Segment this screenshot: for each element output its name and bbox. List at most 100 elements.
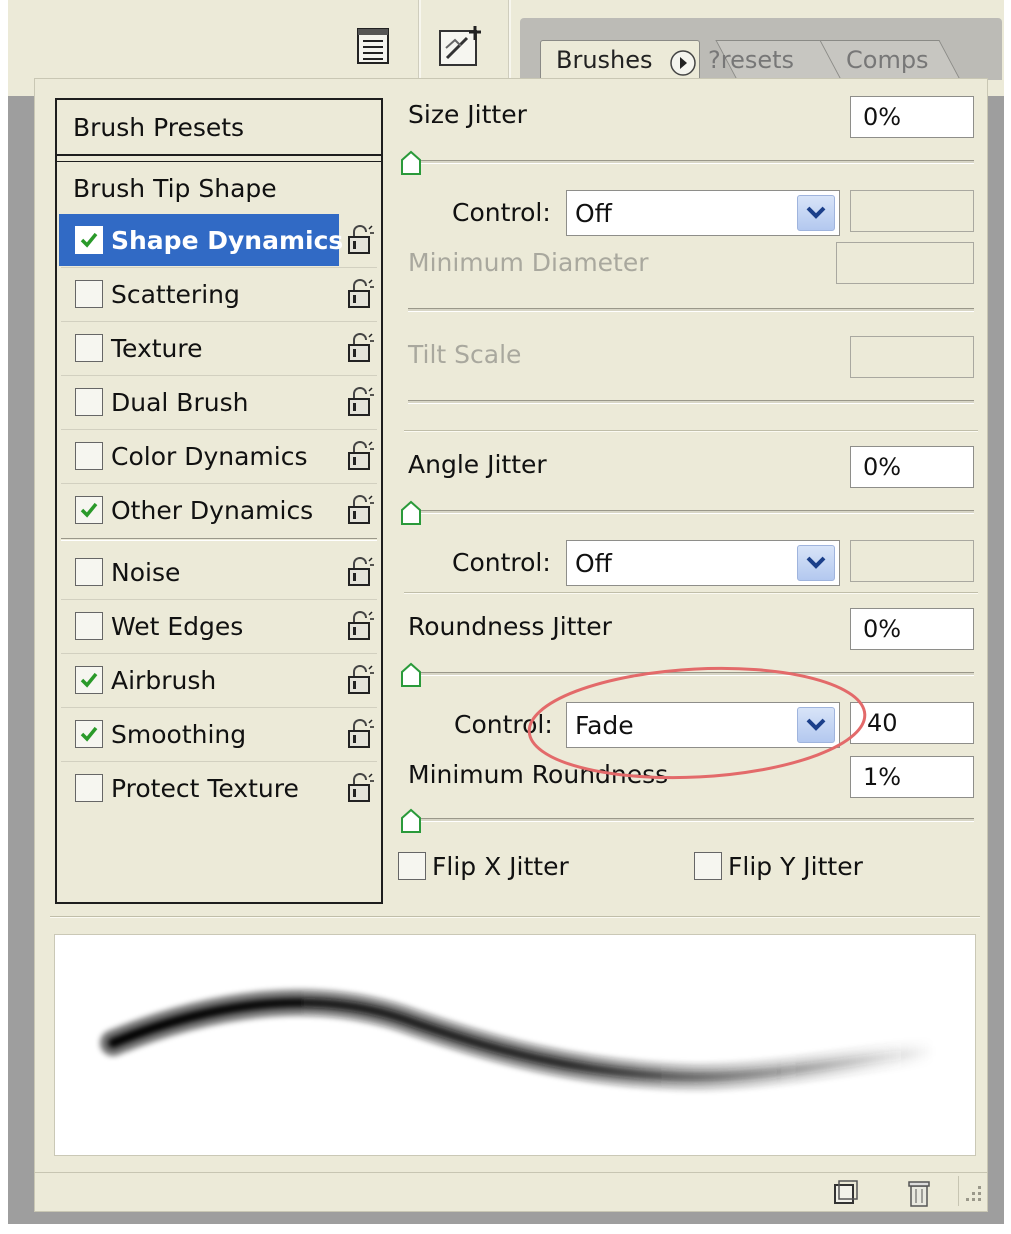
brush-stroke-preview [54,934,976,1156]
tab-brushes-label[interactable]: Brushes [556,46,653,74]
chevron-down-icon[interactable] [797,545,835,581]
protect-texture-checkbox[interactable] [75,774,103,802]
chevron-down-icon[interactable] [797,195,835,231]
wet-edges-checkbox[interactable] [75,612,103,640]
resize-grip-icon[interactable] [958,1176,986,1206]
minimum-diameter-label: Minimum Diameter [408,248,649,277]
smoothing-checkbox[interactable] [75,720,103,748]
dual-brush-checkbox[interactable] [75,388,103,416]
lock-icon[interactable] [343,716,377,752]
other-dynamics-checkbox[interactable] [75,496,103,524]
color-dynamics-checkbox[interactable] [75,442,103,470]
list-item-smoothing[interactable]: Smoothing [59,708,379,760]
scattering-checkbox[interactable] [75,280,103,308]
color-dynamics-label: Color Dynamics [111,441,308,471]
workspace-bottom-edge [8,1212,1004,1224]
angle-control-label: Control: [452,548,551,577]
angle-jitter-slider-track[interactable] [408,510,974,514]
list-item-wet-edges[interactable]: Wet Edges [59,600,379,652]
size-jitter-slider-thumb[interactable] [400,150,422,176]
minimum-roundness-slider-track[interactable] [408,818,974,822]
lock-icon[interactable] [343,554,377,590]
list-item-protect-texture[interactable]: Protect Texture [59,762,379,814]
minimum-roundness-slider-thumb[interactable] [400,808,422,834]
angle-jitter-input[interactable]: 0% [850,446,974,488]
smoothing-label: Smoothing [111,719,247,749]
lock-icon[interactable] [343,608,377,644]
tilt-scale-slider-track [408,400,974,404]
preview-divider [50,916,980,918]
size-control-select[interactable]: Off [566,190,840,236]
toolbar-separator [508,0,511,80]
airbrush-checkbox[interactable] [75,666,103,694]
minimum-diameter-slider-track [408,308,974,312]
list-item-airbrush[interactable]: Airbrush [59,654,379,706]
tilt-scale-label: Tilt Scale [408,340,522,369]
new-brush-icon[interactable] [828,1176,862,1210]
tab-menu-arrow-icon[interactable] [668,48,698,78]
size-control-value: Off [575,198,612,228]
lock-icon[interactable] [343,662,377,698]
tab-presets[interactable]: ?resets [708,46,794,74]
list-item-color-dynamics[interactable]: Color Dynamics [59,430,379,482]
section-divider [404,430,978,432]
brush-tip-shape-item[interactable]: Brush Tip Shape [59,162,379,214]
group-divider [61,538,377,541]
brush-preset-icon[interactable] [436,20,488,72]
angle-control-select[interactable]: Off [566,540,840,586]
flip-y-jitter-checkbox[interactable] [694,852,722,880]
list-item-noise[interactable]: Noise [59,546,379,598]
lock-icon[interactable] [343,384,377,420]
workspace-right-edge [988,96,1004,1222]
airbrush-label: Airbrush [111,665,217,695]
brush-stroke-icon [100,989,948,1091]
size-jitter-label: Size Jitter [408,100,527,129]
angle-jitter-label: Angle Jitter [408,450,547,479]
shape-dynamics-checkbox[interactable] [75,226,103,254]
shape-dynamics-label: Shape Dynamics [111,225,344,255]
highlight-ellipse [524,664,870,782]
trash-icon[interactable] [902,1176,936,1210]
angle-jitter-slider-thumb[interactable] [400,500,422,526]
lock-icon[interactable] [343,276,377,312]
lock-icon[interactable] [343,770,377,806]
scattering-label: Scattering [111,279,240,309]
flip-x-jitter-label[interactable]: Flip X Jitter [432,852,569,881]
angle-control-extra-input [850,540,974,582]
roundness-jitter-slider-thumb[interactable] [400,662,422,688]
list-item-other-dynamics[interactable]: Other Dynamics [59,484,379,536]
brush-tip-shape-label: Brush Tip Shape [73,173,277,203]
texture-checkbox[interactable] [75,334,103,362]
texture-label: Texture [111,333,203,363]
lock-icon[interactable] [343,492,377,528]
other-dynamics-label: Other Dynamics [111,495,314,525]
roundness-jitter-input[interactable]: 0% [850,608,974,650]
tab-comps[interactable]: Comps [846,46,929,74]
dual-brush-label: Dual Brush [111,387,249,417]
list-item-texture[interactable]: Texture [59,322,379,374]
size-control-extra-input [850,190,974,232]
tilt-scale-input [850,336,974,378]
noise-label: Noise [111,557,181,587]
size-jitter-input[interactable]: 0% [850,96,974,138]
roundness-jitter-label: Roundness Jitter [408,612,612,641]
brush-settings-list: Brush Presets Brush Tip Shape Shape Dyna… [55,98,383,904]
lock-icon[interactable] [343,438,377,474]
size-jitter-slider-track[interactable] [408,160,974,164]
list-item-shape-dynamics[interactable]: Shape Dynamics [59,214,343,266]
minimum-diameter-input [836,242,974,284]
list-item-scattering[interactable]: Scattering [59,268,379,320]
brush-presets-item[interactable]: Brush Presets [59,100,379,154]
flip-x-jitter-checkbox[interactable] [398,852,426,880]
protect-texture-label: Protect Texture [111,773,299,803]
brush-presets-label: Brush Presets [73,112,245,142]
size-control-label: Control: [452,198,551,227]
lock-icon[interactable] [343,330,377,366]
palette-menu-icon[interactable] [348,20,400,72]
lock-icon[interactable] [343,222,377,258]
noise-checkbox[interactable] [75,558,103,586]
wet-edges-label: Wet Edges [111,611,244,641]
list-item-dual-brush[interactable]: Dual Brush [59,376,379,428]
flip-y-jitter-label[interactable]: Flip Y Jitter [728,852,863,881]
section-divider [404,592,978,594]
